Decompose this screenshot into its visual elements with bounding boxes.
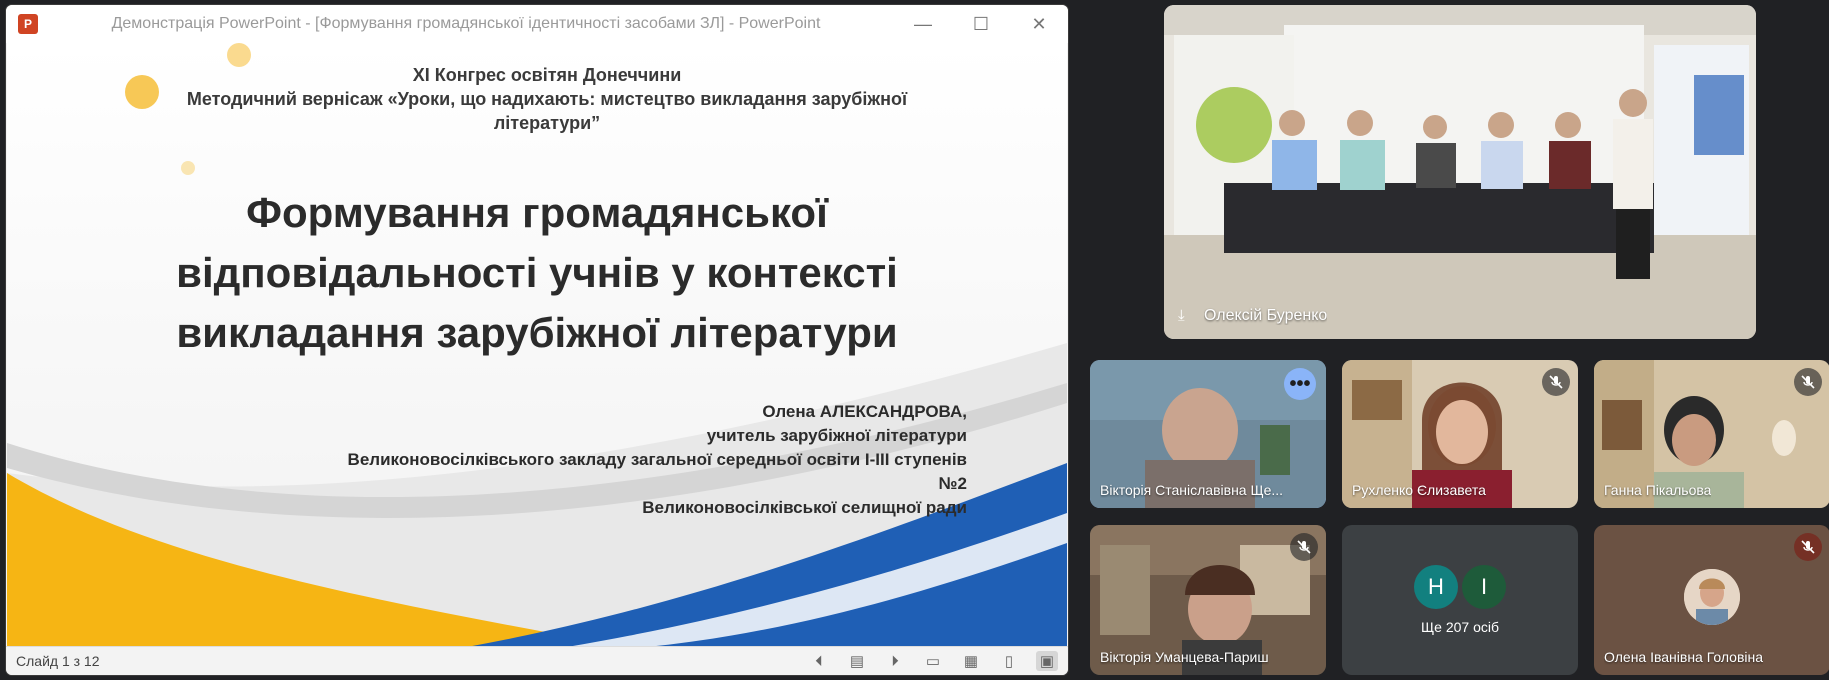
author-school: Великоновосілківського закладу загальної…: [347, 450, 967, 469]
close-button[interactable]: ✕: [1010, 5, 1068, 43]
window-titlebar: P Демонстрація PowerPoint - [Формування …: [6, 5, 1068, 43]
profile-photo-icon: [1684, 569, 1740, 625]
powerpoint-logo-icon: P: [18, 14, 38, 34]
slide-counter: Слайд 1 з 12: [16, 653, 100, 669]
previous-icon[interactable]: ⏴: [808, 651, 830, 671]
participant-name: Ганна Пікальова: [1604, 482, 1712, 498]
status-icons: ⏴ ▤ ⏵ ▭ ▦ ▯ ▣: [808, 651, 1058, 671]
slide-title: Формування громадянської відповідальност…: [176, 189, 898, 356]
slide-sorter-icon[interactable]: ▦: [960, 651, 982, 671]
author-council: Великоновосілківської селищної ради: [642, 498, 967, 517]
presenter-name: Олексій Буренко: [1204, 307, 1328, 324]
muted-mic-icon: [1794, 533, 1822, 561]
slides-icon[interactable]: ▤: [846, 651, 868, 671]
participant-tile-6[interactable]: Олена Іванівна Головіна: [1594, 525, 1829, 675]
author-number: №2: [938, 474, 967, 493]
participant-name: Олена Іванівна Головіна: [1604, 649, 1764, 665]
author-name: Олена АЛЕКСАНДРОВА,: [762, 402, 967, 421]
author-role: учитель зарубіжної літератури: [706, 426, 967, 445]
congress-title: XI Конгрес освітян Донеччини: [412, 65, 682, 85]
participant-tile-2[interactable]: Рухленко Єлизавета: [1342, 360, 1578, 508]
slideshow-icon[interactable]: ▣: [1036, 651, 1058, 671]
reading-view-icon[interactable]: ▯: [998, 651, 1020, 671]
participant-name: Вікторія Уманцева-Париш: [1100, 649, 1269, 665]
more-participants-tile[interactable]: Н І Ще 207 осіб: [1342, 525, 1578, 675]
window-title: Демонстрація PowerPoint - [Формування гр…: [111, 15, 821, 32]
participant-name: Вікторія Станіславівна Ще...: [1100, 482, 1284, 498]
muted-mic-icon: [1794, 368, 1822, 396]
more-options-button[interactable]: •••: [1284, 368, 1316, 400]
powerpoint-window: P Демонстрація PowerPoint - [Формування …: [6, 5, 1068, 675]
muted-mic-icon: [1542, 368, 1570, 396]
participant-tile-3[interactable]: Ганна Пікальова: [1594, 360, 1829, 508]
normal-view-icon[interactable]: ▭: [922, 651, 944, 671]
participant-tile-4[interactable]: Вікторія Уманцева-Париш: [1090, 525, 1326, 675]
slide-canvas[interactable]: XI Конгрес освітян Донеччини Методичний …: [7, 43, 1067, 647]
next-icon[interactable]: ⏵: [884, 651, 906, 671]
avatar-group: Н І: [1414, 565, 1506, 609]
presenting-icon: ⤓: [1178, 307, 1185, 324]
author-block: Олена АЛЕКСАНДРОВА, учитель зарубіжної л…: [87, 400, 967, 520]
avatar: І: [1462, 565, 1506, 609]
maximize-button[interactable]: ☐: [952, 5, 1010, 43]
avatar: [1684, 569, 1740, 625]
sparkle-icon: [181, 161, 195, 175]
presenter-tile[interactable]: ⤓ Олексій Буренко: [1164, 5, 1756, 339]
status-bar: Слайд 1 з 12 ⏴ ▤ ⏵ ▭ ▦ ▯ ▣: [6, 646, 1068, 675]
participant-name: Рухленко Єлизавета: [1352, 482, 1486, 498]
more-participants-label: Ще 207 осіб: [1421, 619, 1499, 635]
presenter-video-icon: [1164, 5, 1756, 339]
muted-mic-icon: [1290, 533, 1318, 561]
slide-header: XI Конгрес освітян Донеччини Методичний …: [137, 63, 957, 135]
minimize-button[interactable]: —: [894, 5, 952, 43]
participant-tile-1[interactable]: ••• Вікторія Станіславівна Ще...: [1090, 360, 1326, 508]
avatar: Н: [1414, 565, 1458, 609]
event-title: Методичний вернісаж «Уроки, що надихають…: [186, 89, 908, 133]
